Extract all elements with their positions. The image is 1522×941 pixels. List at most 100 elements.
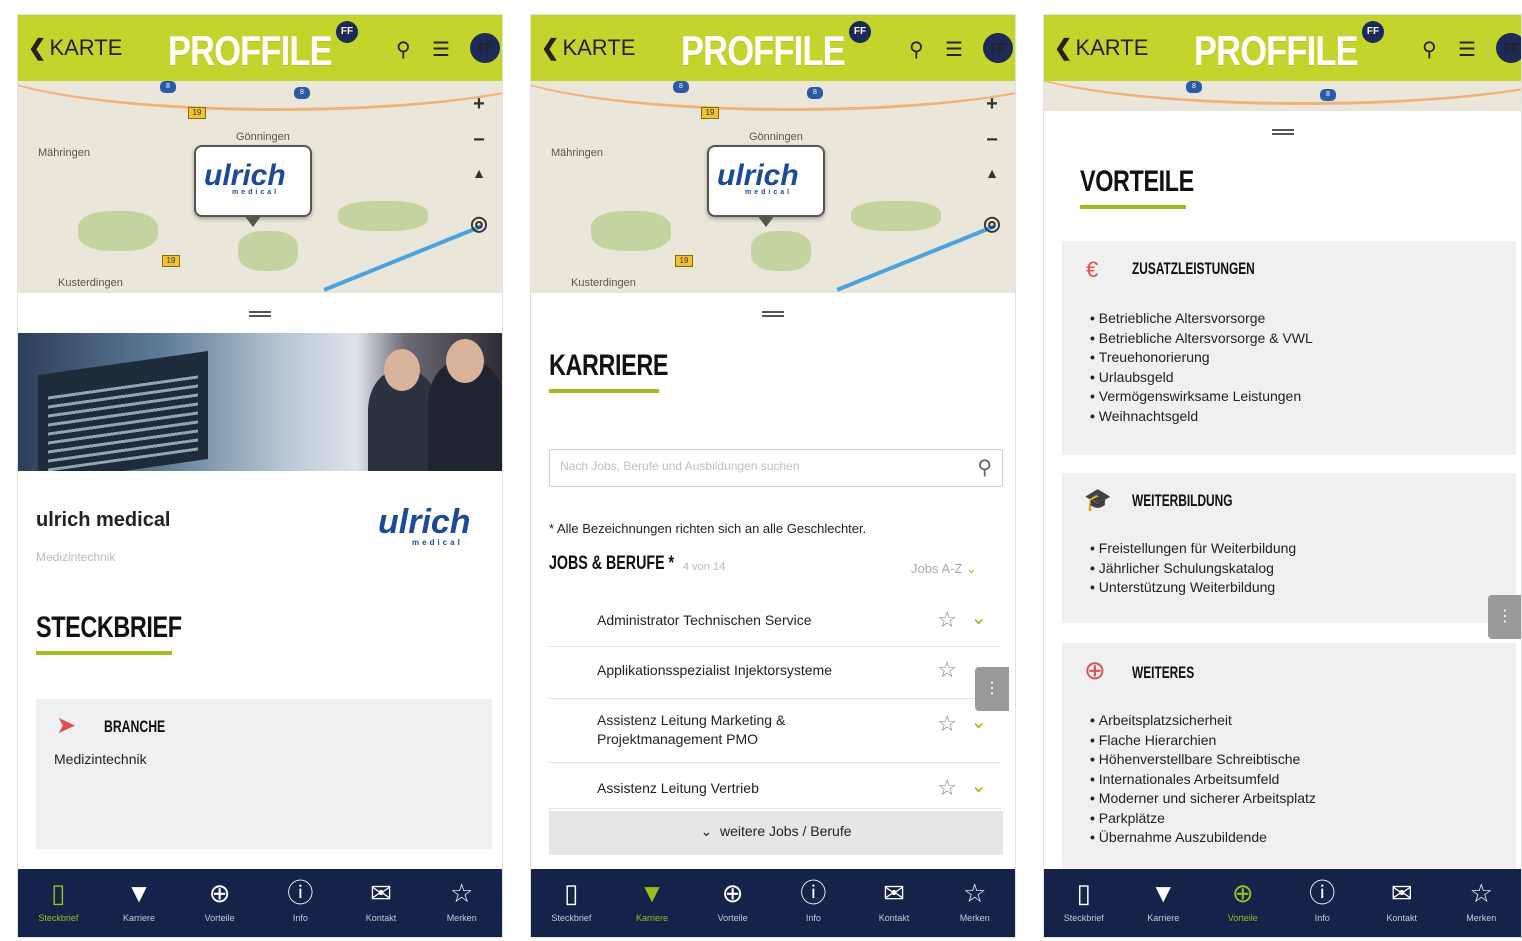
star-icon[interactable]: ☆ <box>937 711 957 737</box>
job-list-item[interactable]: Applikationsspezialist Injektorsysteme ☆ <box>549 647 1001 699</box>
card-title: WEITERES <box>1132 663 1195 682</box>
nav-label: Karriere <box>1147 913 1180 923</box>
map-place: Mähringen <box>551 147 603 159</box>
benefit-item: Weihnachtsgeld <box>1090 407 1313 427</box>
benefit-list: Arbeitsplatzsicherheit Flache Hierarchie… <box>1090 711 1316 848</box>
compass-button[interactable]: ▲ <box>981 165 1003 181</box>
job-list-item[interactable]: Assistenz Leitung Marketing & Projektman… <box>549 699 1001 763</box>
company-industry: Medizintechnik <box>36 550 116 564</box>
zoom-in-button[interactable]: + <box>981 93 1003 116</box>
company-logo: ulrich medical <box>717 159 799 196</box>
locate-icon[interactable]: ◎ <box>981 211 1003 236</box>
more-jobs-label: weitere Jobs / Berufe <box>720 823 852 839</box>
back-button[interactable]: ❮ KARTE <box>1054 35 1148 61</box>
zoom-out-button[interactable]: − <box>468 129 490 152</box>
back-button[interactable]: ❮ KARTE <box>28 35 122 61</box>
info-icon: ⓘ <box>287 878 314 908</box>
nav-vorteile[interactable]: ⊕ Vorteile <box>1203 869 1283 937</box>
job-list-item[interactable]: Assistenz Leitung Vertrieb ☆ ⌄ <box>549 763 1001 809</box>
drag-handle[interactable] <box>1271 129 1294 135</box>
user-badge[interactable]: FF <box>1496 33 1521 63</box>
info-icon: ⓘ <box>800 878 827 908</box>
nav-info[interactable]: ⓘ Info <box>773 869 854 937</box>
person-head <box>446 339 484 383</box>
nav-label: Info <box>1314 913 1330 923</box>
plus-circle-icon: ⊕ <box>721 878 744 908</box>
drag-handle[interactable] <box>249 311 271 317</box>
nav-info[interactable]: ⓘ Info <box>1283 869 1363 937</box>
search-icon[interactable]: ⚲ <box>909 37 924 62</box>
phone-screen-steckbrief: ❮ KARTE PROFFILE FF ⚲ ☰ FF Mähringen Gönn… <box>17 14 503 938</box>
compass-button[interactable]: ▲ <box>468 165 490 181</box>
sort-dropdown[interactable]: Jobs A-Z ⌄ <box>911 561 977 577</box>
star-icon[interactable]: ☆ <box>937 657 957 683</box>
map-place: Kusterdingen <box>571 277 636 289</box>
chevron-down-icon[interactable]: ⌄ <box>970 773 987 798</box>
user-badge[interactable]: FF <box>983 33 1013 63</box>
nav-karriere[interactable]: ▼ Karriere <box>99 869 180 937</box>
logo-name: ulrich <box>717 159 799 192</box>
chevron-down-icon[interactable]: ⌄ <box>970 605 987 630</box>
plus-circle-icon: ⊕ <box>1084 655 1106 685</box>
nav-kontakt[interactable]: ✉ Kontakt <box>341 869 422 937</box>
nav-label: Info <box>292 913 308 923</box>
list-icon[interactable]: ☰ <box>1458 37 1476 62</box>
more-jobs-button[interactable]: ⌄ weitere Jobs / Berufe <box>549 811 1003 855</box>
search-icon[interactable]: ⚲ <box>977 455 992 480</box>
job-list-item[interactable]: Administrator Technischen Service ☆ ⌄ <box>549 597 1001 647</box>
job-search-input[interactable]: Nach Jobs, Berufe und Ausbildungen suche… <box>549 449 1003 487</box>
benefit-item: Arbeitsplatzsicherheit <box>1090 711 1316 731</box>
nav-label: Karriere <box>123 913 156 923</box>
job-title: Administrator Technischen Service <box>597 612 812 628</box>
phone-screen-vorteile: ❮ KARTE PROFFILE FF ⚲ ☰ FF 8 8 VORTEILE €… <box>1043 14 1522 938</box>
benefit-card-weiteres: ⊕ WEITERES Arbeitsplatzsicherheit Flache… <box>1062 643 1516 871</box>
drag-handle[interactable] <box>762 311 784 317</box>
document-icon: ▯ <box>564 878 579 908</box>
nav-steckbrief[interactable]: ▯ Steckbrief <box>531 869 612 937</box>
company-logo: ulrich medical <box>378 503 471 547</box>
side-tab[interactable]: ⋮ <box>975 667 1009 711</box>
nav-label: Steckbrief <box>1063 913 1104 923</box>
nav-merken[interactable]: ☆ Merken <box>934 869 1015 937</box>
nav-label: Info <box>805 913 821 923</box>
map-pin-logo[interactable]: ulrich medical <box>194 145 312 227</box>
map-forest <box>591 211 671 251</box>
nav-merken[interactable]: ☆ Merken <box>1442 869 1522 937</box>
nav-info[interactable]: ⓘ Info <box>260 869 341 937</box>
nav-merken[interactable]: ☆ Merken <box>421 869 502 937</box>
list-icon[interactable]: ☰ <box>945 37 963 62</box>
map-pin-logo[interactable]: ulrich medical <box>707 145 825 227</box>
user-badge[interactable]: FF <box>470 33 500 63</box>
nav-label: Vorteile <box>717 913 748 923</box>
search-icon[interactable]: ⚲ <box>1422 37 1437 62</box>
search-icon[interactable]: ⚲ <box>396 37 411 62</box>
star-icon[interactable]: ☆ <box>937 607 957 633</box>
chevron-down-icon[interactable]: ⌄ <box>970 709 987 734</box>
list-icon[interactable]: ☰ <box>432 37 450 62</box>
nav-karriere[interactable]: ▼ Karriere <box>612 869 693 937</box>
map-road-shield: 19 <box>675 255 693 267</box>
side-tab[interactable]: ⋮ <box>1488 595 1521 639</box>
mail-icon: ✉ <box>1390 878 1413 908</box>
tie-icon: ▼ <box>126 878 152 908</box>
nav-vorteile[interactable]: ⊕ Vorteile <box>692 869 773 937</box>
bottom-nav: ▯ Steckbrief ▼ Karriere ⊕ Vorteile ⓘ Info ✉ K… <box>531 869 1015 937</box>
nav-kontakt[interactable]: ✉ Kontakt <box>854 869 935 937</box>
brand-logo: PROFFILE <box>1194 27 1359 74</box>
nav-steckbrief[interactable]: ▯ Steckbrief <box>18 869 99 937</box>
section-heading: VORTEILE <box>1080 165 1194 198</box>
zoom-out-button[interactable]: − <box>981 129 1003 152</box>
plus-circle-icon: ⊕ <box>1231 878 1254 908</box>
map-highway-badge: 8 <box>1186 81 1202 93</box>
zoom-in-button[interactable]: + <box>468 93 490 116</box>
locate-icon[interactable]: ◎ <box>468 211 490 236</box>
nav-karriere[interactable]: ▼ Karriere <box>1124 869 1204 937</box>
jobs-title-text: JOBS & BERUFE * <box>549 553 675 574</box>
star-icon[interactable]: ☆ <box>937 775 957 801</box>
map-collapsed[interactable]: 8 8 <box>1044 81 1521 111</box>
map-road <box>531 81 1015 111</box>
nav-steckbrief[interactable]: ▯ Steckbrief <box>1044 869 1124 937</box>
back-button[interactable]: ❮ KARTE <box>541 35 635 61</box>
nav-vorteile[interactable]: ⊕ Vorteile <box>179 869 260 937</box>
nav-kontakt[interactable]: ✉ Kontakt <box>1362 869 1442 937</box>
